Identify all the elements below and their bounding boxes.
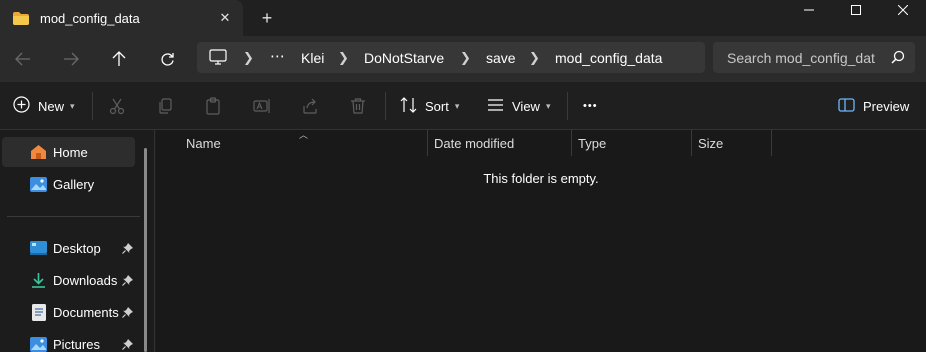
sidebar-item-label: Home	[53, 144, 88, 160]
chevron-right-icon: ❯	[460, 50, 471, 65]
search-placeholder: Search mod_config_dat	[727, 50, 875, 66]
sidebar-item-label: Gallery	[53, 176, 95, 192]
close-tab-icon[interactable]: ✕	[217, 10, 233, 26]
documents-icon	[30, 303, 47, 321]
breadcrumb-save[interactable]: save	[486, 50, 516, 66]
refresh-button[interactable]	[152, 44, 182, 74]
sidebar-scrollbar[interactable]	[144, 148, 147, 352]
up-button[interactable]	[104, 44, 134, 74]
sidebar-item-label: Pictures	[53, 336, 100, 352]
back-button[interactable]	[8, 44, 38, 74]
divider	[92, 92, 93, 120]
view-button[interactable]: View ▾	[487, 94, 550, 118]
downloads-icon	[30, 272, 47, 289]
new-tab-button[interactable]: +	[256, 7, 278, 29]
paste-icon[interactable]	[203, 96, 223, 116]
sidebar-item-downloads[interactable]: Downloads	[2, 265, 135, 295]
chevron-right-icon: ❯	[529, 50, 540, 65]
pin-icon[interactable]	[122, 338, 133, 352]
pin-icon[interactable]	[122, 274, 133, 289]
pin-icon[interactable]	[122, 306, 133, 321]
column-header-type[interactable]: Type	[572, 130, 692, 156]
desktop-icon	[30, 240, 47, 257]
breadcrumb-donotstarve[interactable]: DoNotStarve	[364, 50, 444, 66]
breadcrumb-klei[interactable]: Klei	[301, 50, 324, 66]
view-icon	[487, 98, 504, 115]
sidebar-divider	[7, 216, 140, 217]
sidebar-item-desktop[interactable]: Desktop	[2, 233, 135, 263]
cut-icon[interactable]	[107, 96, 127, 116]
chevron-down-icon: ▾	[454, 100, 460, 111]
chevron-right-icon: ❯	[243, 50, 254, 65]
empty-folder-message: This folder is empty.	[483, 171, 599, 186]
sidebar-item-documents[interactable]: Documents	[2, 297, 135, 327]
sidebar-item-gallery[interactable]: Gallery	[2, 169, 135, 199]
preview-button[interactable]: Preview	[838, 94, 909, 118]
column-header-name[interactable]: Name	[186, 130, 428, 156]
share-icon[interactable]	[300, 96, 320, 116]
sort-icon	[400, 96, 417, 116]
column-label: Name	[186, 135, 221, 151]
rename-icon[interactable]	[252, 96, 272, 116]
sidebar-item-home[interactable]: Home	[2, 137, 135, 167]
close-window-button[interactable]	[880, 0, 926, 20]
search-input[interactable]: Search mod_config_dat	[713, 42, 915, 73]
sidebar-item-label: Desktop	[53, 240, 101, 256]
command-bar: New ▾ Sort ▾ View ▾ ••• Preview	[0, 82, 926, 130]
file-list: ︿ Name Date modified Type Size This fold…	[156, 130, 926, 352]
address-row: ❯ ⋯ Klei ❯ DoNotStarve ❯ save ❯ mod_conf…	[0, 36, 926, 82]
new-label: New	[38, 98, 65, 114]
view-label: View	[512, 98, 540, 114]
copy-icon[interactable]	[155, 96, 175, 116]
navigation-pane: Home Gallery Desktop Downloads Documents	[0, 130, 155, 352]
divider	[385, 92, 386, 120]
search-icon	[891, 50, 905, 67]
minimize-button[interactable]	[786, 0, 832, 20]
title-bar: mod_config_data ✕ +	[0, 0, 926, 36]
sidebar-item-label: Documents	[53, 304, 119, 320]
sidebar-item-pictures[interactable]: Pictures	[2, 329, 135, 352]
delete-icon[interactable]	[348, 96, 368, 116]
this-pc-icon[interactable]	[209, 49, 227, 68]
pictures-icon	[30, 336, 47, 352]
preview-pane-icon	[838, 97, 855, 115]
column-header-date-modified[interactable]: Date modified	[428, 130, 572, 156]
more-options-button[interactable]: •••	[583, 94, 598, 118]
forward-button[interactable]	[56, 44, 86, 74]
breadcrumb-overflow[interactable]: ⋯	[270, 47, 285, 65]
preview-label: Preview	[863, 98, 910, 114]
sort-label: Sort	[425, 98, 449, 114]
chevron-down-icon: ▾	[70, 100, 75, 111]
tab-title: mod_config_data	[40, 10, 140, 26]
column-header-size[interactable]: Size	[692, 130, 772, 156]
new-button[interactable]: New ▾	[13, 94, 75, 118]
chevron-right-icon: ❯	[338, 50, 349, 65]
column-label: Size	[698, 135, 724, 151]
column-label: Type	[578, 135, 607, 151]
address-bar[interactable]: ❯ ⋯ Klei ❯ DoNotStarve ❯ save ❯ mod_conf…	[197, 42, 705, 73]
tab-mod-config-data[interactable]: mod_config_data ✕	[0, 0, 243, 36]
sidebar-item-label: Downloads	[53, 272, 118, 288]
column-label: Date modified	[434, 135, 515, 151]
gallery-icon	[30, 176, 47, 193]
folder-icon	[13, 11, 29, 25]
maximize-button[interactable]	[833, 0, 879, 20]
pin-icon[interactable]	[122, 242, 133, 257]
breadcrumb-mod-config-data[interactable]: mod_config_data	[555, 50, 662, 66]
sort-button[interactable]: Sort ▾	[400, 94, 459, 118]
home-icon	[30, 144, 47, 161]
chevron-down-icon: ▾	[545, 100, 551, 111]
divider	[567, 92, 568, 120]
add-icon	[13, 96, 30, 116]
